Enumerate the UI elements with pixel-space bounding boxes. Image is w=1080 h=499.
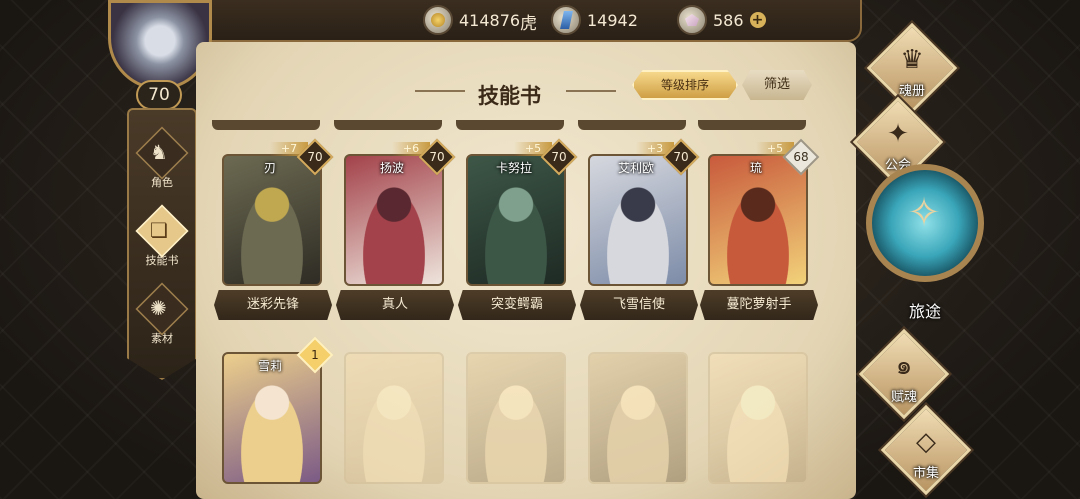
shelf-divider bbox=[212, 120, 320, 130]
player-name: 虎 bbox=[520, 14, 537, 34]
gold-resource: 414876 bbox=[423, 4, 520, 36]
character-portrait bbox=[344, 352, 444, 484]
add-gem-button[interactable]: + bbox=[749, 12, 766, 28]
gem-icon bbox=[677, 5, 707, 35]
shelf-divider bbox=[334, 120, 442, 130]
title-ornament-right bbox=[566, 90, 616, 92]
skill-book-card[interactable]: 卡努拉 +5 70 突变鳄霸 bbox=[458, 138, 578, 320]
sort-by-level-button[interactable]: 等级排序 bbox=[632, 70, 738, 100]
skill-book-card[interactable] bbox=[584, 350, 694, 490]
character-portrait bbox=[466, 352, 566, 484]
card-title-bar: 真人 bbox=[336, 290, 454, 320]
guild-glyph-icon: ✦ bbox=[887, 119, 909, 149]
skill-book-card[interactable]: 雪莉 1 bbox=[218, 336, 334, 490]
market-label: 市集 bbox=[912, 466, 939, 481]
character-glyph: ♞ bbox=[150, 140, 168, 164]
skill-book-card[interactable] bbox=[704, 350, 814, 490]
gem-resource[interactable]: 586 + bbox=[677, 4, 766, 36]
card-title-bar: 突变鳄霸 bbox=[458, 290, 576, 320]
card-title-bar: 飞雪信使 bbox=[580, 290, 698, 320]
tab-character[interactable]: ♞ 角色 bbox=[129, 126, 195, 200]
crystal-amount: 14942 bbox=[587, 10, 638, 30]
crystal-resource: 14942 bbox=[551, 4, 638, 36]
gem-amount: 586 bbox=[713, 10, 744, 30]
wolf-glyph-icon: ♛ bbox=[900, 45, 924, 75]
title-ornament-left bbox=[415, 90, 465, 92]
tab-materials[interactable]: ✺ 素材 bbox=[129, 282, 195, 356]
shelf-divider bbox=[456, 120, 564, 130]
filter-button[interactable]: 筛选 bbox=[742, 70, 812, 100]
skill-book-card[interactable]: 刃 +7 70 迷彩先锋 bbox=[214, 138, 334, 320]
gold-amount: 414876 bbox=[459, 10, 521, 30]
card-title-bar: 蔓陀萝射手 bbox=[700, 290, 818, 320]
player-level-badge: 70 bbox=[136, 80, 182, 110]
skill-book-card[interactable]: 琉 +5 68 蔓陀萝射手 bbox=[700, 138, 820, 320]
journey-button[interactable]: ✧ 旅途 bbox=[862, 160, 984, 324]
tab-skill-book[interactable]: ❏ 技能书 bbox=[129, 204, 195, 278]
skill-book-glyph: ❏ bbox=[150, 218, 168, 242]
coin-icon bbox=[423, 5, 453, 35]
shelf-divider bbox=[578, 120, 686, 130]
compass-icon: ✧ bbox=[907, 190, 941, 236]
crystal-icon bbox=[551, 5, 581, 35]
talent-label: 赋魂 bbox=[890, 390, 917, 405]
character-portrait bbox=[588, 352, 688, 484]
top-bar: 虎 414876 14942 586 + bbox=[205, 0, 862, 42]
materials-glyph: ✺ bbox=[150, 296, 167, 320]
character-portrait bbox=[708, 352, 808, 484]
skill-book-card[interactable]: 扬波 +6 70 真人 bbox=[336, 138, 456, 320]
side-tab-bar: ♞ 角色 ❏ 技能书 ✺ 素材 bbox=[127, 108, 197, 380]
card-title-bar: 迷彩先锋 bbox=[214, 290, 332, 320]
gem-glyph-icon: ◇ bbox=[916, 427, 936, 457]
swirl-glyph-icon: ๑ bbox=[895, 351, 913, 381]
skill-book-card[interactable] bbox=[462, 350, 572, 490]
shelf-divider bbox=[698, 120, 806, 130]
page-title: 技能书 bbox=[478, 84, 541, 108]
skill-book-card[interactable] bbox=[340, 350, 450, 490]
skill-book-card[interactable]: 艾利欧 +3 70 飞雪信使 bbox=[580, 138, 700, 320]
journey-label: 旅途 bbox=[908, 302, 941, 321]
market-button[interactable]: ◇ 市集 bbox=[880, 404, 972, 496]
